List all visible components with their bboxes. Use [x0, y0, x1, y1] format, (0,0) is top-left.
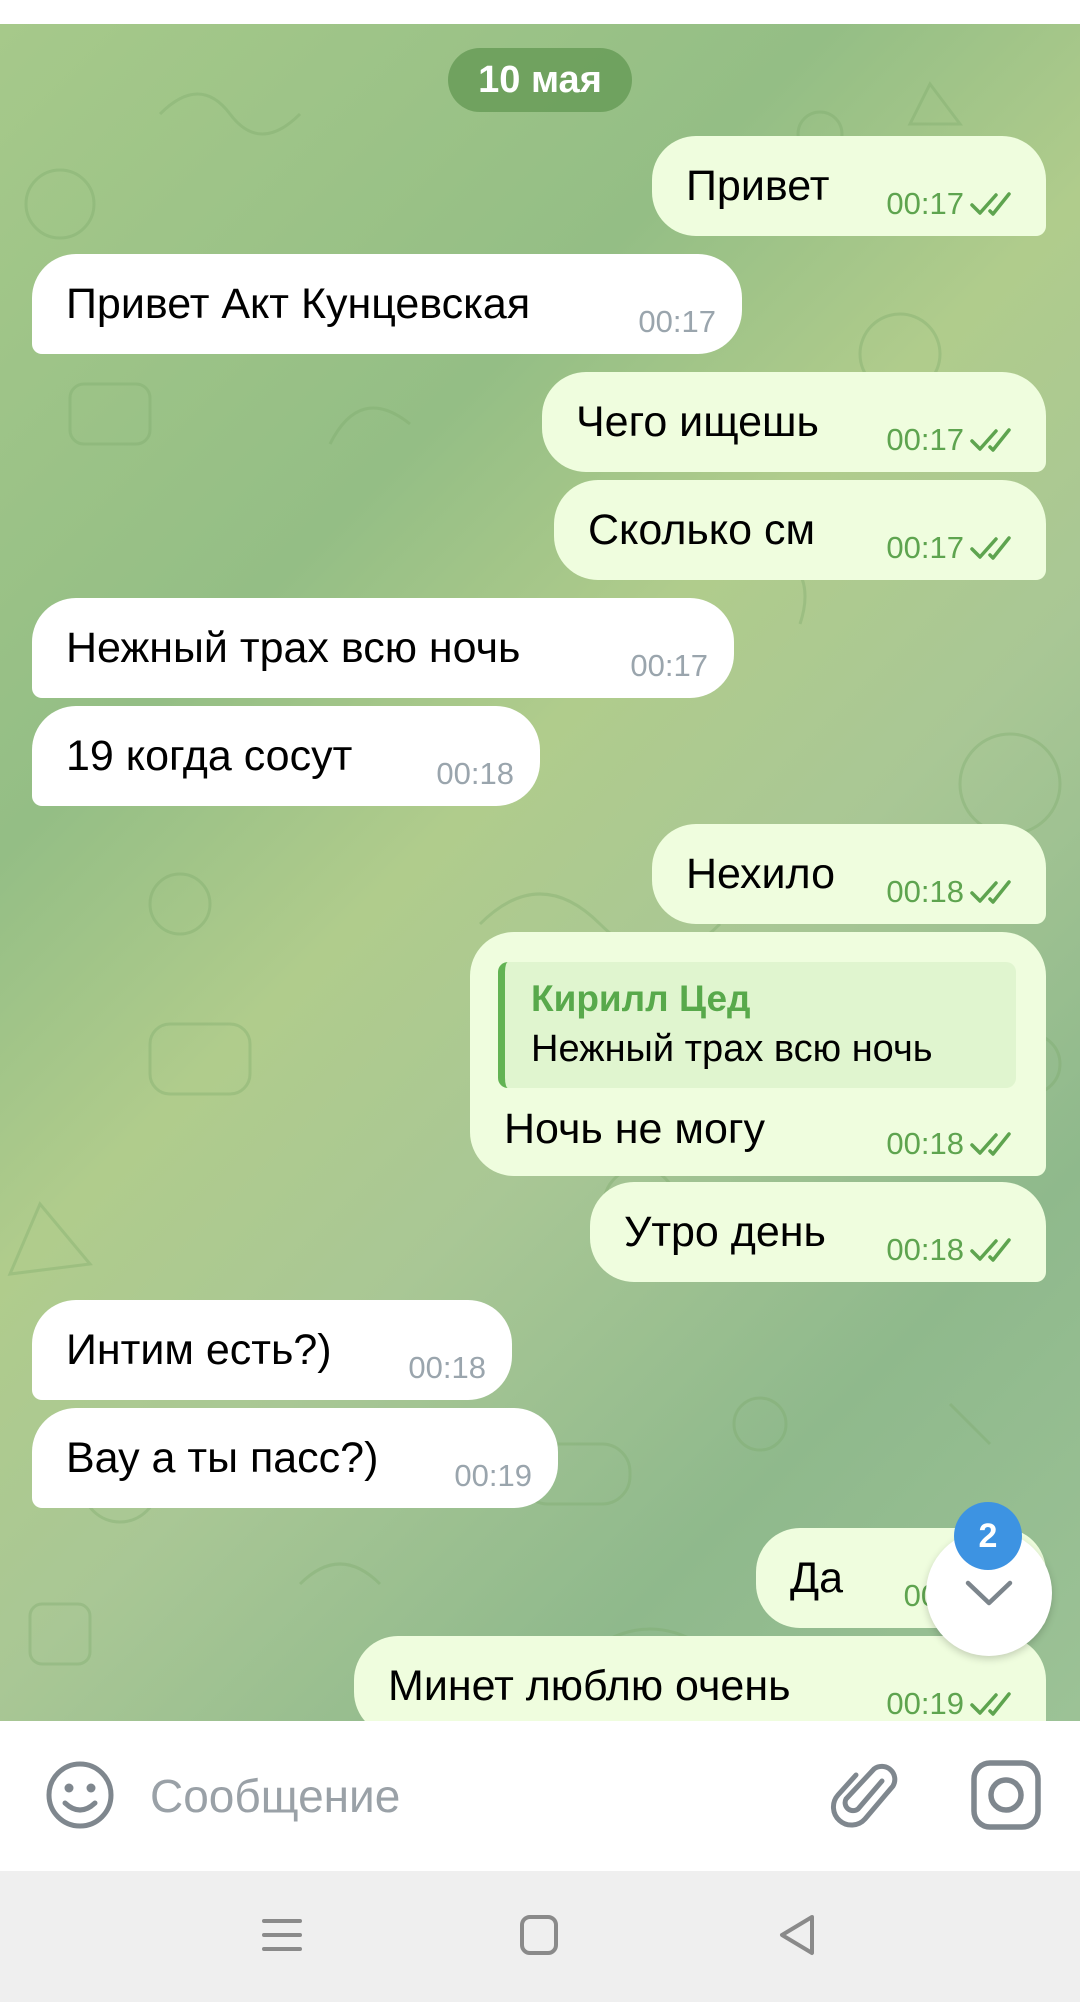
- chat-area[interactable]: 10 мая Привет 00:17 Привет Акт Кунцевска…: [0, 24, 1080, 1721]
- message-incoming[interactable]: Нежный трах всю ночь 00:17: [32, 598, 734, 698]
- message-time: 00:17: [638, 304, 716, 339]
- message-time: 00:19: [886, 1686, 964, 1721]
- message-time: 00:17: [886, 530, 964, 565]
- message-text: Привет: [686, 161, 830, 210]
- message-time: 00:18: [886, 1126, 964, 1161]
- home-icon[interactable]: [518, 1911, 562, 1959]
- camera-icon[interactable]: [970, 1759, 1042, 1831]
- status-strip: [0, 0, 1080, 24]
- date-separator: 10 мая: [448, 48, 632, 112]
- message-time: 00:19: [454, 1458, 532, 1493]
- message-text: Интим есть?): [66, 1325, 332, 1374]
- message-meta: 00:18: [886, 1126, 1024, 1162]
- message-text: Чего ищешь: [576, 397, 819, 446]
- message-meta: 00:17: [638, 304, 716, 340]
- double-check-icon: [970, 1238, 1011, 1262]
- message-outgoing[interactable]: Привет 00:17: [652, 136, 1046, 236]
- message-meta: 00:18: [886, 1232, 1024, 1268]
- double-check-icon: [970, 536, 1011, 560]
- back-icon[interactable]: [776, 1911, 820, 1959]
- message-time: 00:17: [630, 648, 708, 683]
- message-text: Минет люблю очень: [388, 1661, 791, 1710]
- message-text: Привет Акт Кунцевская: [66, 279, 531, 328]
- double-check-icon: [970, 1692, 1011, 1716]
- message-text: 19 когда сосут: [66, 731, 353, 780]
- double-check-icon: [970, 428, 1011, 452]
- message-text: Да: [790, 1553, 844, 1602]
- double-check-icon: [970, 192, 1011, 216]
- message-outgoing-reply[interactable]: Кирилл Цед Нежный трах всю ночь Ночь не …: [470, 932, 1046, 1176]
- message-meta: 00:17: [886, 530, 1024, 566]
- message-outgoing[interactable]: Сколько см 00:17: [554, 480, 1046, 580]
- message-incoming[interactable]: Вау а ты пасс?) 00:19: [32, 1408, 558, 1508]
- message-meta: 00:17: [886, 422, 1024, 458]
- message-outgoing[interactable]: Минет люблю очень 00:19: [354, 1636, 1046, 1721]
- message-outgoing[interactable]: Чего ищешь 00:17: [542, 372, 1046, 472]
- message-text: Ночь не могу: [504, 1105, 766, 1153]
- message-time: 00:18: [886, 1232, 964, 1267]
- reply-quote[interactable]: Кирилл Цед Нежный трах всю ночь: [498, 962, 1016, 1088]
- message-incoming[interactable]: Привет Акт Кунцевская 00:17: [32, 254, 742, 354]
- double-check-icon: [970, 880, 1011, 904]
- message-composer[interactable]: Сообщение: [0, 1721, 1080, 1871]
- message-outgoing[interactable]: Нехило 00:18: [652, 824, 1046, 924]
- emoji-icon[interactable]: [44, 1759, 116, 1831]
- message-text: Утро день: [624, 1207, 826, 1256]
- message-time: 00:18: [436, 756, 514, 791]
- message-text: Вау а ты пасс?): [66, 1433, 379, 1482]
- message-meta: 00:19: [886, 1686, 1024, 1721]
- chevron-down-icon: [965, 1580, 1013, 1606]
- message-meta: 00:18: [408, 1350, 486, 1386]
- message-input[interactable]: Сообщение: [150, 1769, 400, 1823]
- recent-apps-icon[interactable]: [260, 1911, 304, 1959]
- message-meta: 00:17: [630, 648, 708, 684]
- message-outgoing[interactable]: Утро день 00:18: [590, 1182, 1046, 1282]
- message-time: 00:17: [886, 422, 964, 457]
- message-meta: 00:19: [454, 1458, 532, 1494]
- message-time: 00:18: [886, 874, 964, 909]
- paperclip-icon[interactable]: [830, 1759, 902, 1831]
- unread-count-badge[interactable]: 2: [954, 1502, 1022, 1570]
- reply-text: Нежный трах всю ночь: [531, 1028, 933, 1070]
- message-text: Сколько см: [588, 505, 816, 554]
- message-time: 00:18: [408, 1350, 486, 1385]
- reply-author: Кирилл Цед: [531, 978, 751, 1019]
- system-navigation-bar: [0, 1871, 1080, 2002]
- message-meta: 00:17: [886, 186, 1024, 222]
- message-meta: 00:18: [436, 756, 514, 792]
- message-incoming[interactable]: Интим есть?) 00:18: [32, 1300, 512, 1400]
- message-text: Нехило: [686, 849, 836, 898]
- message-incoming[interactable]: 19 когда сосут 00:18: [32, 706, 540, 806]
- message-meta: 00:18: [886, 874, 1024, 910]
- message-text: Нежный трах всю ночь: [66, 623, 521, 672]
- message-time: 00:17: [886, 186, 964, 221]
- double-check-icon: [970, 1132, 1011, 1156]
